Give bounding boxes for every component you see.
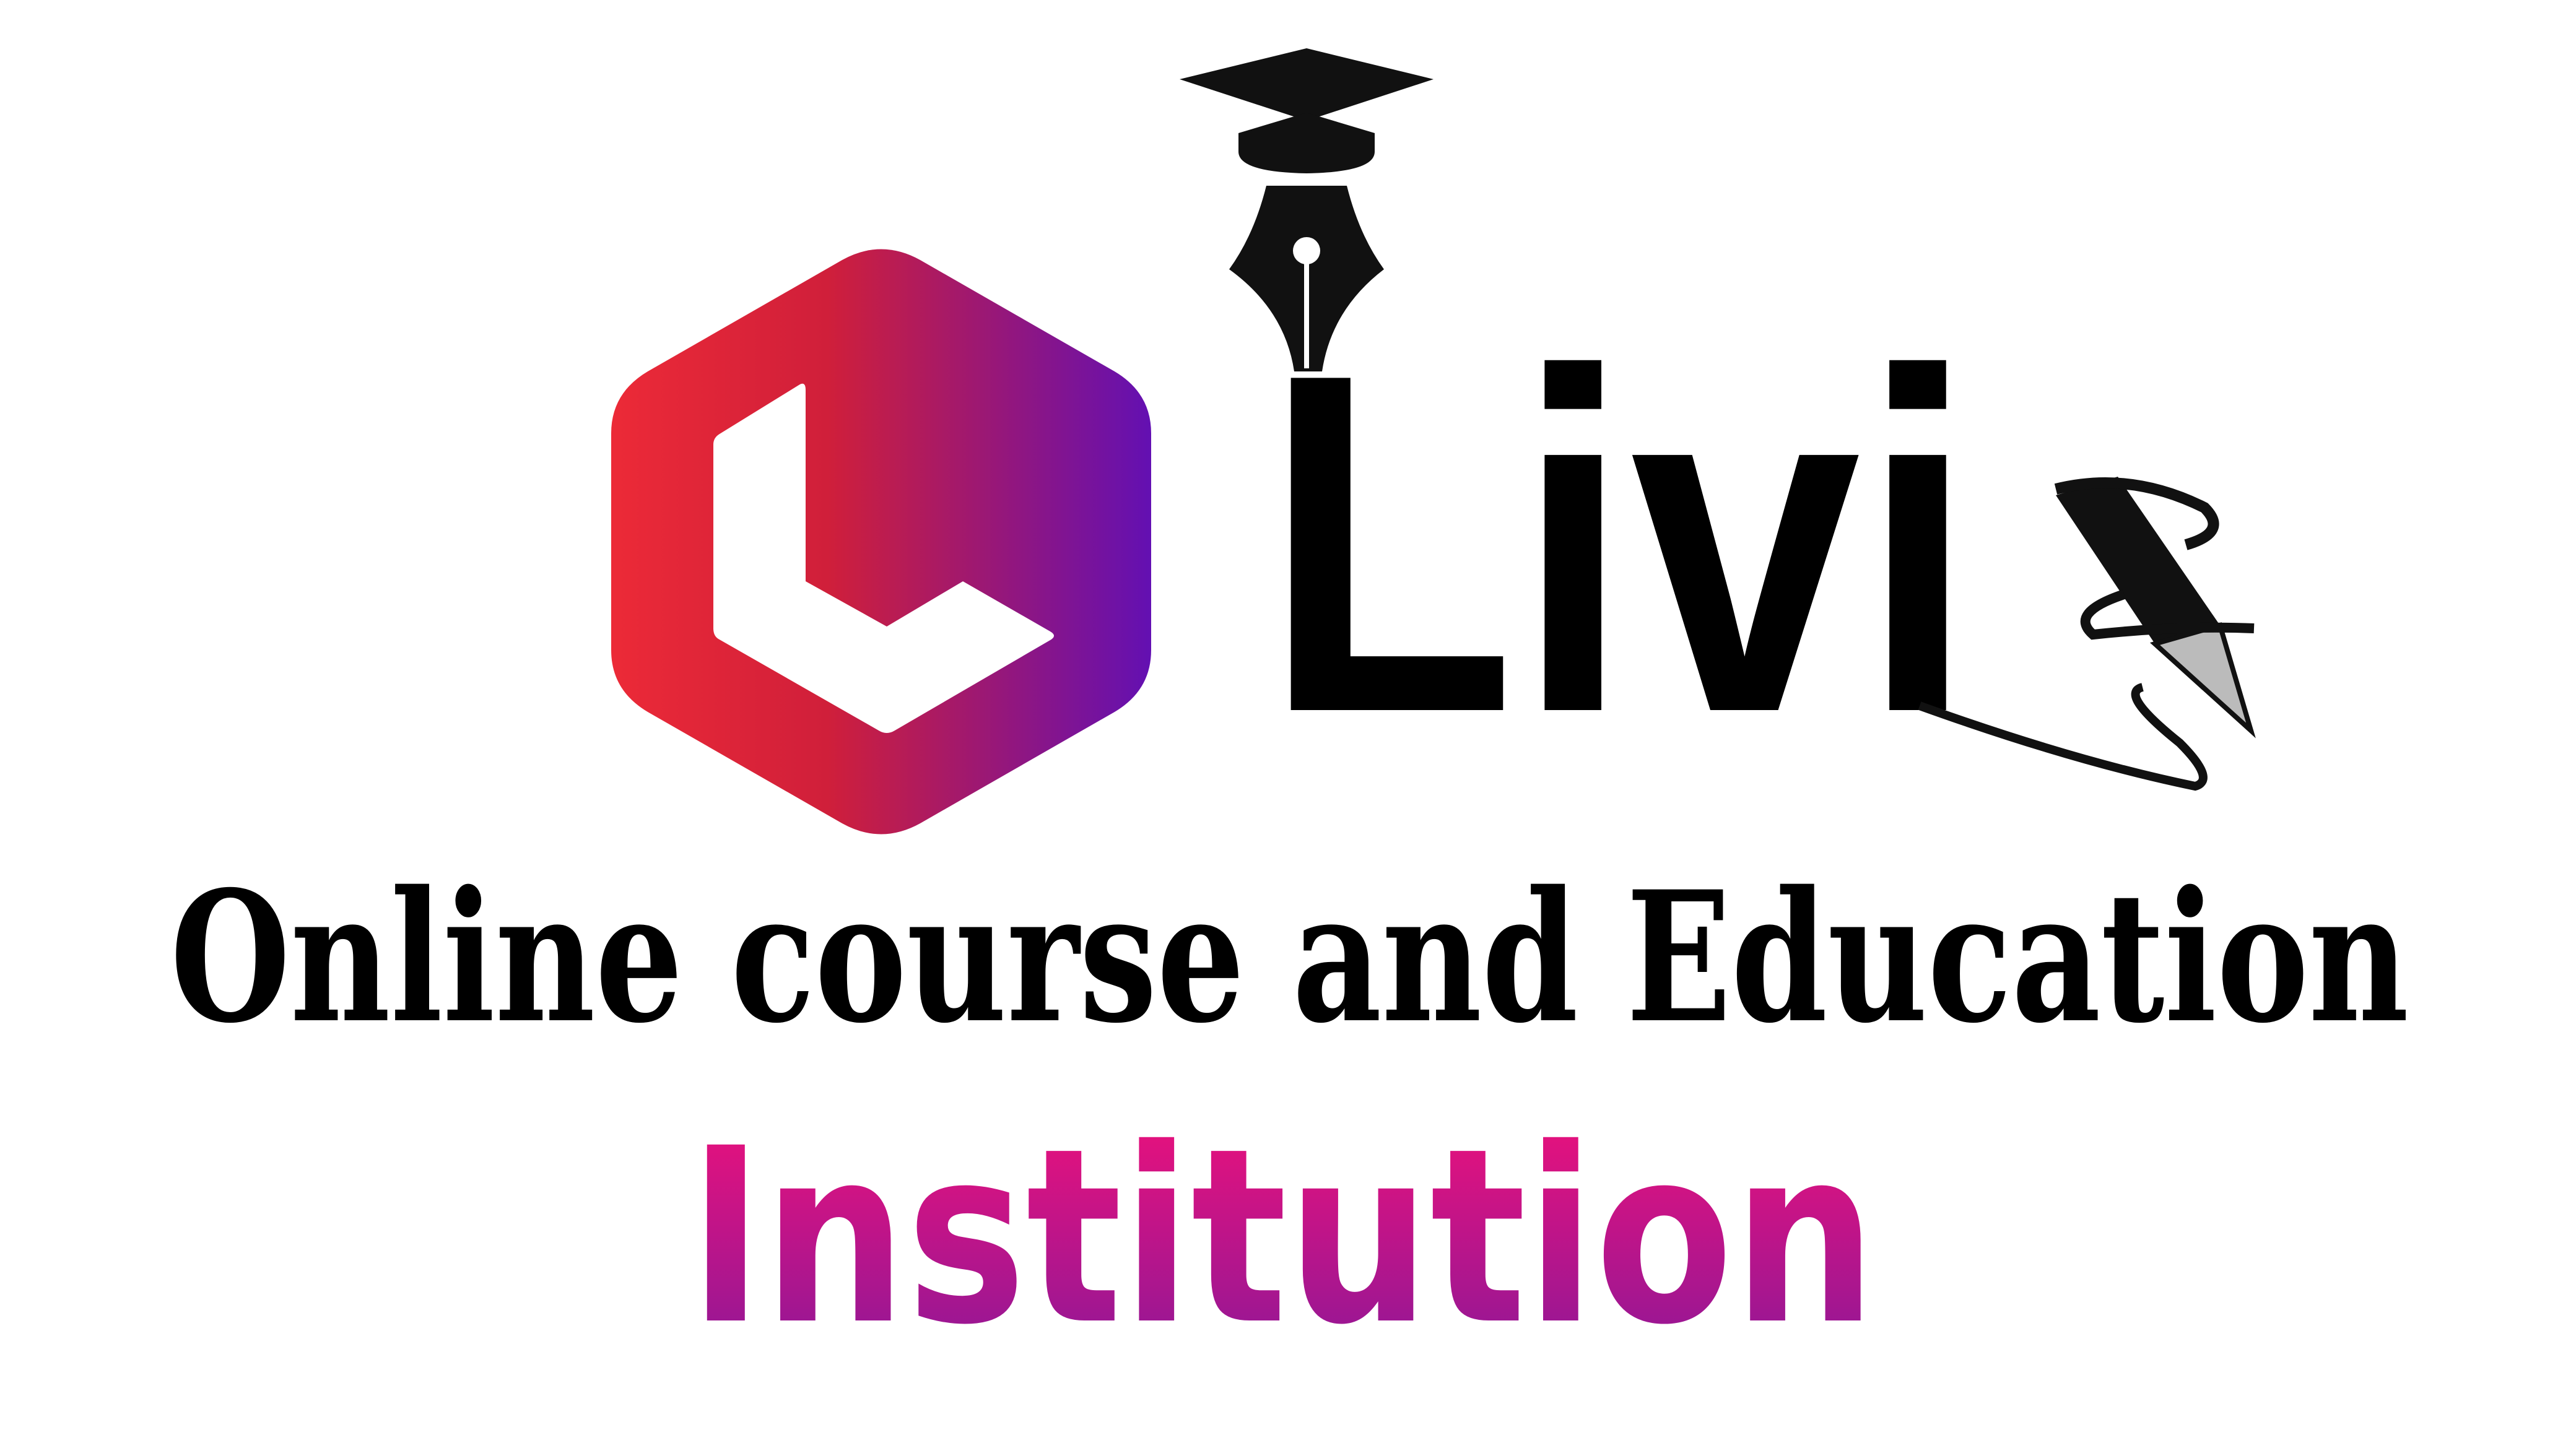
- brand-name: Livi: [1263, 274, 1975, 813]
- hexagon-l-logo-icon: [611, 249, 1151, 835]
- logo-canvas: Livi Online course and Education Institu…: [0, 0, 2576, 1448]
- subtitle-institution: Institution: [689, 1096, 1876, 1377]
- graduation-cap-icon: [1180, 48, 1434, 173]
- tagline: Online course and Education: [170, 852, 2409, 1063]
- logo-svg: Livi Online course and Education Institu…: [170, 48, 2409, 1377]
